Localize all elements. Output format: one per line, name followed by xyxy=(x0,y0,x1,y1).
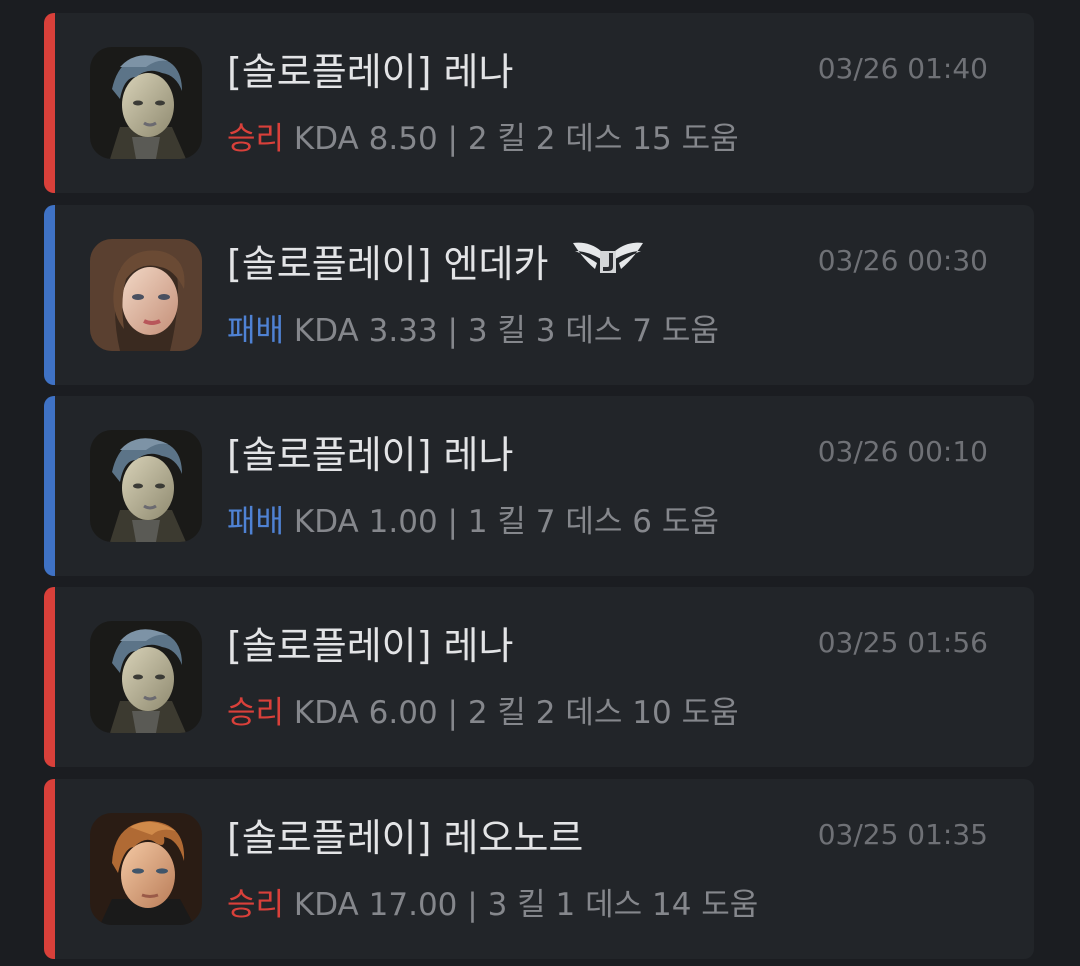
match-card[interactable]: [솔로플레이] 레나 패배 KDA 1.00 | 1 킬 7 데스 6 도움 0… xyxy=(44,396,1034,576)
kda-label: KDA xyxy=(293,504,359,540)
kda-value: 8.50 xyxy=(368,121,438,157)
character-avatar-endeka xyxy=(90,239,202,351)
character-name: 레나 xyxy=(443,50,514,94)
character-avatar-lena xyxy=(90,430,202,542)
character-name: 엔데카 xyxy=(443,242,549,286)
character-name: 레나 xyxy=(443,624,514,668)
kda-value: 1.00 xyxy=(368,504,438,540)
character-avatar-lena xyxy=(90,47,202,159)
match-stats: 패배 KDA 1.00 | 1 킬 7 데스 6 도움 xyxy=(227,500,719,544)
match-card[interactable]: [솔로플레이] 레나 승리 KDA 8.50 | 2 킬 2 데스 15 도움 … xyxy=(44,13,1034,193)
result-label: 승리 xyxy=(227,121,285,157)
kda-label: KDA xyxy=(293,887,359,923)
match-timestamp: 03/26 00:10 xyxy=(817,435,988,468)
match-title: [솔로플레이] 레나 xyxy=(227,619,513,673)
stats-divider: | xyxy=(447,313,458,349)
match-title: [솔로플레이] 레오노르 xyxy=(227,811,583,865)
game-mode-label: [솔로플레이] xyxy=(227,50,432,94)
kda-value: 6.00 xyxy=(368,695,438,731)
match-title: [솔로플레이] 엔데카 xyxy=(227,237,645,291)
match-timestamp: 03/26 01:40 xyxy=(817,52,988,85)
winged-j-emblem-icon xyxy=(571,237,645,291)
kda-label: KDA xyxy=(293,121,359,157)
character-name: 레오노르 xyxy=(443,816,584,860)
stats-divider: | xyxy=(447,121,458,157)
stats-divider: | xyxy=(447,695,458,731)
kda-value: 17.00 xyxy=(368,887,458,923)
result-label: 패배 xyxy=(227,504,285,540)
win-indicator-bar xyxy=(44,13,55,193)
kill-death-assist: 2 킬 2 데스 10 도움 xyxy=(467,695,739,731)
win-indicator-bar xyxy=(44,587,55,767)
match-timestamp: 03/26 00:30 xyxy=(817,244,988,277)
win-indicator-bar xyxy=(44,779,55,959)
game-mode-label: [솔로플레이] xyxy=(227,624,432,668)
game-mode-label: [솔로플레이] xyxy=(227,242,432,286)
lose-indicator-bar xyxy=(44,205,55,385)
kda-label: KDA xyxy=(293,313,359,349)
game-mode-label: [솔로플레이] xyxy=(227,433,432,477)
match-stats: 승리 KDA 8.50 | 2 킬 2 데스 15 도움 xyxy=(227,117,739,161)
result-label: 패배 xyxy=(227,313,285,349)
character-avatar-leonor xyxy=(90,813,202,925)
result-label: 승리 xyxy=(227,695,285,731)
match-title: [솔로플레이] 레나 xyxy=(227,428,513,482)
match-timestamp: 03/25 01:35 xyxy=(817,818,988,851)
match-card[interactable]: [솔로플레이] 엔데카 패배 KDA 3.33 | 3 킬 3 데스 7 도움 … xyxy=(44,205,1034,385)
match-title: [솔로플레이] 레나 xyxy=(227,45,513,99)
stats-divider: | xyxy=(467,887,478,923)
stats-divider: | xyxy=(447,504,458,540)
kda-value: 3.33 xyxy=(368,313,438,349)
match-card[interactable]: [솔로플레이] 레오노르 승리 KDA 17.00 | 3 킬 1 데스 14 … xyxy=(44,779,1034,959)
match-stats: 승리 KDA 17.00 | 3 킬 1 데스 14 도움 xyxy=(227,883,758,927)
match-timestamp: 03/25 01:56 xyxy=(817,626,988,659)
match-card[interactable]: [솔로플레이] 레나 승리 KDA 6.00 | 2 킬 2 데스 10 도움 … xyxy=(44,587,1034,767)
character-avatar-lena xyxy=(90,621,202,733)
kill-death-assist: 3 킬 1 데스 14 도움 xyxy=(487,887,759,923)
game-mode-label: [솔로플레이] xyxy=(227,816,432,860)
kda-label: KDA xyxy=(293,695,359,731)
kill-death-assist: 1 킬 7 데스 6 도움 xyxy=(467,504,719,540)
kill-death-assist: 2 킬 2 데스 15 도움 xyxy=(467,121,739,157)
lose-indicator-bar xyxy=(44,396,55,576)
character-name: 레나 xyxy=(443,433,514,477)
result-label: 승리 xyxy=(227,887,285,923)
match-stats: 패배 KDA 3.33 | 3 킬 3 데스 7 도움 xyxy=(227,309,719,353)
kill-death-assist: 3 킬 3 데스 7 도움 xyxy=(467,313,719,349)
match-stats: 승리 KDA 6.00 | 2 킬 2 데스 10 도움 xyxy=(227,691,739,735)
match-history-list: [솔로플레이] 레나 승리 KDA 8.50 | 2 킬 2 데스 15 도움 … xyxy=(0,0,1080,966)
